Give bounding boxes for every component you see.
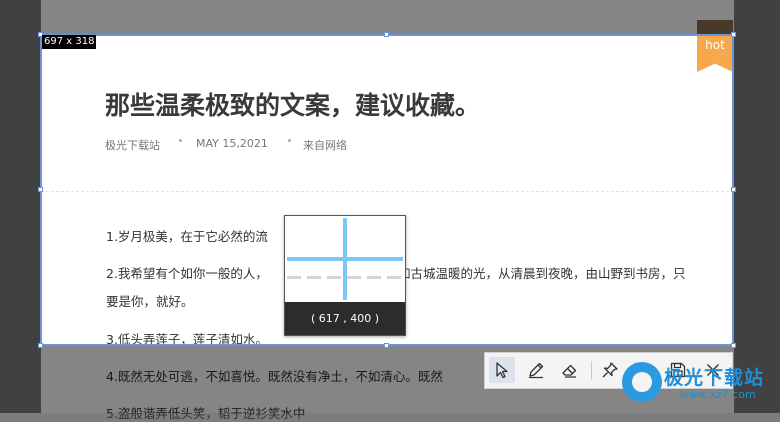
resize-handle-w[interactable] (38, 187, 43, 192)
watermark-url: www.xz7.com (680, 388, 756, 401)
resize-handle-e[interactable] (731, 187, 736, 192)
magnifier: ( 617 , 400 ) (284, 215, 406, 336)
resize-handle-ne[interactable] (731, 32, 736, 37)
resize-handle-sw[interactable] (38, 343, 43, 348)
watermark-title: 极光下载站 (664, 367, 765, 389)
pin-icon[interactable] (597, 357, 623, 383)
selection-size-label: 697 x 318 (42, 35, 97, 49)
dim-overlay-top (0, 0, 780, 34)
crosshair-horizontal (287, 257, 403, 261)
resize-handle-s[interactable] (384, 343, 389, 348)
dim-overlay-right (734, 34, 780, 346)
watermark-logo-icon (622, 362, 662, 402)
eraser-icon[interactable] (557, 357, 583, 383)
pen-icon[interactable] (523, 357, 549, 383)
site-watermark: 极光下载站 www.xz7.com (622, 362, 772, 402)
cursor-coordinates: ( 617 , 400 ) (285, 302, 405, 335)
dim-overlay-left (0, 34, 40, 346)
resize-handle-se[interactable] (731, 343, 736, 348)
toolbar-separator (591, 361, 592, 380)
select-arrow-icon[interactable] (489, 357, 515, 383)
resize-handle-n[interactable] (384, 32, 389, 37)
